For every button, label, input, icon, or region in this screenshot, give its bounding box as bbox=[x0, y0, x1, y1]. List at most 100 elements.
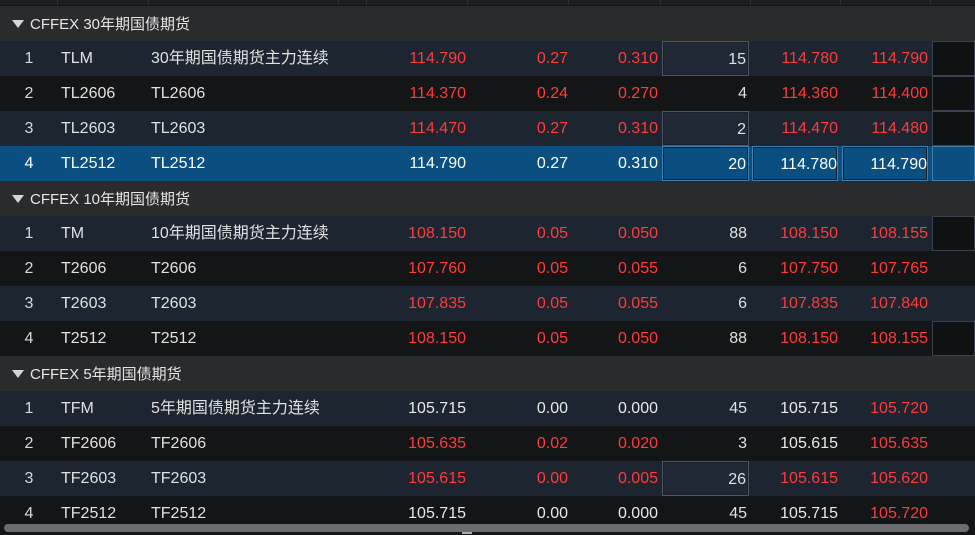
change-percent: 0.000 bbox=[617, 400, 658, 417]
bid-price: 114.780 bbox=[752, 146, 838, 181]
bid-price: 105.615 bbox=[780, 435, 838, 452]
contract-code: T2606 bbox=[61, 260, 107, 277]
row-index: 2 bbox=[24, 435, 34, 452]
order-cell[interactable] bbox=[932, 76, 975, 111]
last-price: 114.370 bbox=[409, 85, 466, 102]
table-row[interactable]: 2 TL2606 TL2606 114.370 0.24 0.270 4 114.360 114… bbox=[0, 76, 975, 111]
table-row[interactable]: 1 TM 10年期国债期货主力连续 108.150 0.05 0.050 88 108.150… bbox=[0, 216, 975, 251]
caret-down-icon[interactable] bbox=[12, 194, 24, 203]
volume: 15 bbox=[662, 41, 749, 76]
bid-price: 114.470 bbox=[781, 120, 838, 137]
bid-price: 108.150 bbox=[780, 330, 838, 347]
row-index: 3 bbox=[24, 470, 34, 487]
contract-code: T2512 bbox=[61, 330, 107, 347]
table-row[interactable]: 4 TL2512 TL2512 114.790 0.27 0.310 20 114.780 11… bbox=[0, 146, 975, 181]
caret-down-icon[interactable] bbox=[12, 369, 24, 378]
last-price: 114.470 bbox=[409, 120, 466, 137]
group-title: CFFEX 5年期国债期货 bbox=[30, 366, 182, 383]
caret-down-icon[interactable] bbox=[12, 19, 24, 28]
change-percent: 0.310 bbox=[617, 120, 658, 137]
table-row[interactable]: 4 T2512 T2512 108.150 0.05 0.050 88 108.150 108.… bbox=[0, 321, 975, 356]
contract-name: T2512 bbox=[151, 330, 197, 347]
volume: 88 bbox=[729, 330, 747, 347]
group-title: CFFEX 10年期国债期货 bbox=[30, 191, 191, 208]
contract-name: 30年期国债期货主力连续 bbox=[151, 50, 329, 67]
ask-price: 107.765 bbox=[870, 260, 928, 277]
change-percent: 0.270 bbox=[617, 85, 658, 102]
table-row[interactable]: 2 T2606 T2606 107.760 0.05 0.055 6 107.750 107.7… bbox=[0, 251, 975, 286]
contract-code: TL2512 bbox=[61, 155, 116, 172]
volume: 26 bbox=[662, 461, 749, 496]
change-percent: 0.005 bbox=[617, 470, 658, 487]
price-change: 0.02 bbox=[536, 435, 568, 452]
order-cell[interactable] bbox=[932, 216, 975, 251]
change-percent: 0.055 bbox=[617, 295, 658, 312]
table-row[interactable]: 3 TL2603 TL2603 114.470 0.27 0.310 2 114.470 114… bbox=[0, 111, 975, 146]
last-price: 105.615 bbox=[408, 470, 466, 487]
row-index: 1 bbox=[24, 50, 34, 67]
contract-name: TF2603 bbox=[151, 470, 207, 487]
group-header[interactable]: CFFEX 10年期国债期货 bbox=[0, 181, 975, 216]
contract-name: TL2606 bbox=[151, 85, 206, 102]
bid-price: 114.780 bbox=[781, 50, 838, 67]
last-price: 114.790 bbox=[409, 155, 466, 172]
ask-price: 105.635 bbox=[870, 435, 928, 452]
last-price: 108.150 bbox=[408, 330, 466, 347]
contract-code: TFM bbox=[61, 400, 94, 417]
volume: 6 bbox=[738, 260, 747, 277]
order-cell[interactable] bbox=[932, 321, 975, 356]
table-row[interactable]: 2 TF2606 TF2606 105.635 0.02 0.020 3 105.615 105… bbox=[0, 426, 975, 461]
row-index: 3 bbox=[24, 295, 34, 312]
price-change: 0.27 bbox=[536, 120, 568, 137]
volume: 88 bbox=[729, 225, 747, 242]
bid-price: 105.615 bbox=[780, 470, 838, 487]
order-cell[interactable] bbox=[932, 146, 975, 181]
last-price: 107.835 bbox=[408, 295, 466, 312]
volume: 2 bbox=[662, 111, 749, 146]
contract-name: TF2606 bbox=[151, 435, 207, 452]
horizontal-scrollbar[interactable] bbox=[0, 521, 975, 535]
contract-code: TL2603 bbox=[61, 120, 116, 137]
bid-price: 108.150 bbox=[780, 225, 838, 242]
row-index: 2 bbox=[24, 85, 34, 102]
group-header[interactable]: CFFEX 30年期国债期货 bbox=[0, 6, 975, 41]
row-index: 3 bbox=[24, 120, 34, 137]
last-price: 105.715 bbox=[408, 400, 466, 417]
last-price: 108.150 bbox=[408, 225, 466, 242]
last-price: 107.760 bbox=[408, 260, 466, 277]
scrollbar-thumb[interactable] bbox=[4, 524, 969, 532]
table-row[interactable]: 1 TFM 5年期国债期货主力连续 105.715 0.00 0.000 45 105.715… bbox=[0, 391, 975, 426]
group-title: CFFEX 30年期国债期货 bbox=[30, 16, 191, 33]
ask-price: 108.155 bbox=[870, 225, 928, 242]
price-change: 0.27 bbox=[536, 155, 568, 172]
contract-code: TF2603 bbox=[61, 470, 117, 487]
volume: 3 bbox=[738, 435, 747, 452]
price-change: 0.00 bbox=[536, 400, 568, 417]
contract-name: TL2603 bbox=[151, 120, 206, 137]
bid-price: 107.750 bbox=[780, 260, 838, 277]
order-cell[interactable] bbox=[932, 111, 975, 146]
volume: 6 bbox=[738, 295, 747, 312]
table-row[interactable]: 3 TF2603 TF2603 105.615 0.00 0.005 26 105.615 10… bbox=[0, 461, 975, 496]
price-change: 0.24 bbox=[536, 85, 568, 102]
order-cell[interactable] bbox=[932, 41, 975, 76]
change-percent: 0.050 bbox=[617, 330, 658, 347]
group-header[interactable]: CFFEX 5年期国债期货 bbox=[0, 356, 975, 391]
column-header-strip[interactable] bbox=[0, 0, 975, 5]
table-row[interactable]: 1 TLM 30年期国债期货主力连续 114.790 0.27 0.310 15 114.78… bbox=[0, 41, 975, 76]
contract-code: TLM bbox=[61, 50, 93, 67]
contract-code: TM bbox=[61, 225, 85, 242]
ask-price: 105.620 bbox=[870, 470, 928, 487]
price-change: 0.00 bbox=[536, 470, 568, 487]
price-change: 0.05 bbox=[536, 260, 568, 277]
row-index: 4 bbox=[24, 155, 34, 172]
row-index: 4 bbox=[24, 330, 34, 347]
change-percent: 0.050 bbox=[617, 225, 658, 242]
contract-name: T2603 bbox=[151, 295, 197, 312]
contract-code: T2603 bbox=[61, 295, 107, 312]
scrollbar-grip-icon bbox=[462, 532, 472, 534]
ask-price: 114.400 bbox=[871, 85, 928, 102]
table-row[interactable]: 3 T2603 T2603 107.835 0.05 0.055 6 107.835 107.8… bbox=[0, 286, 975, 321]
contract-name: 5年期国债期货主力连续 bbox=[151, 400, 320, 417]
row-index: 1 bbox=[24, 225, 34, 242]
